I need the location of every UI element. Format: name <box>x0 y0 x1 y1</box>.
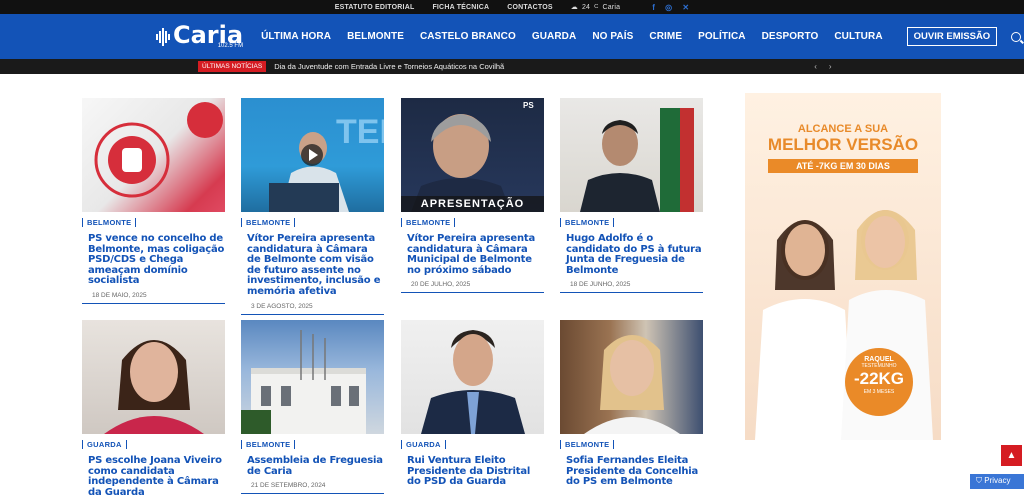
news-ticker: ÚLTIMAS NOTÍCIAS Dia da Juventude com En… <box>0 59 1024 74</box>
article-image[interactable] <box>82 98 225 212</box>
ad-badge-name: RAQUEL <box>864 356 894 363</box>
article-card[interactable]: PS APRESENTAÇÃO BELMONTE Vítor Pereira a… <box>401 98 544 294</box>
ad-testimonial-badge: RAQUEL TESTEMUNHO -22KG EM 3 MESES <box>845 348 913 416</box>
ad-headline-2: MELHOR VERSÃO <box>767 135 919 154</box>
link-contactos[interactable]: CONTACTOS <box>507 4 553 11</box>
search-icon[interactable] <box>1011 31 1022 42</box>
article-category[interactable]: BELMONTE <box>241 440 296 449</box>
article-category[interactable]: BELMONTE <box>560 440 615 449</box>
nav-crime[interactable]: CRIME <box>649 31 682 42</box>
privacy-button[interactable]: ⛉ Privacy <box>970 474 1024 489</box>
privacy-label: Privacy <box>984 476 1011 485</box>
nav-desporto[interactable]: DESPORTO <box>762 31 819 42</box>
nav-cultura[interactable]: CULTURA <box>834 31 882 42</box>
article-title[interactable]: Vítor Pereira apresenta candidatura à Câ… <box>401 233 544 276</box>
article-image[interactable]: PS APRESENTAÇÃO <box>401 98 544 212</box>
ad-offer: ATÉ -7KG EM 30 DIAS <box>768 159 918 173</box>
sound-wave-icon <box>156 27 170 46</box>
article-date: 18 DE JUNHO, 2025 <box>560 281 703 294</box>
article-card[interactable]: GUARDA Rui Ventura Eleito Presidente da … <box>401 320 544 488</box>
article-title[interactable]: Hugo Adolfo é o candidato do PS à futura… <box>560 233 703 276</box>
article-category[interactable]: BELMONTE <box>241 218 296 227</box>
article-image[interactable] <box>401 320 544 434</box>
article-title[interactable]: Sofia Fernandes Eleita Presidente da Con… <box>560 455 703 488</box>
cloud-icon: ☁ <box>570 4 578 11</box>
caria-logo[interactable]: Caria 102.5 FM <box>156 20 244 49</box>
ad-badge-kg: -22KG <box>853 369 905 388</box>
scroll-to-top-button[interactable]: ▲ <box>1001 445 1022 466</box>
top-bar: ESTATUTO EDITORIAL FICHA TÉCNICA CONTACT… <box>0 0 1024 14</box>
chevron-left-icon[interactable]: ‹ <box>814 62 817 71</box>
article-category[interactable]: BELMONTE <box>560 218 615 227</box>
article-category[interactable]: GUARDA <box>82 440 127 449</box>
article-category[interactable]: GUARDA <box>401 440 446 449</box>
ad-headline-1: ALCANCE A SUA <box>797 123 889 135</box>
nav-guarda[interactable]: GUARDA <box>532 31 577 42</box>
main-navbar: Caria 102.5 FM ÚLTIMA HORA BELMONTE CAST… <box>0 14 1024 59</box>
chevron-up-icon: ▲ <box>1006 450 1017 461</box>
article-category[interactable]: BELMONTE <box>401 218 456 227</box>
nav-castelo-branco[interactable]: CASTELO BRANCO <box>420 31 516 42</box>
nav-ultima-hora[interactable]: ÚLTIMA HORA <box>261 31 331 42</box>
shield-icon: ⛉ <box>976 476 982 485</box>
instagram-icon[interactable]: ◎ <box>665 3 672 12</box>
article-image[interactable] <box>82 320 225 434</box>
listen-live-button[interactable]: OUVIR EMISSÃO <box>906 27 998 46</box>
weather-unit: C <box>594 4 599 10</box>
article-title[interactable]: Rui Ventura Eleito Presidente da Distrit… <box>401 455 544 488</box>
article-title[interactable]: Vítor Pereira apresenta candidatura à Câ… <box>241 233 384 298</box>
ad-badge-months: EM 3 MESES <box>863 389 895 395</box>
link-ficha-tecnica[interactable]: FICHA TÉCNICA <box>432 4 489 11</box>
article-date: 21 DE SETEMBRO, 2024 <box>241 482 384 495</box>
svg-text:PS: PS <box>523 101 534 110</box>
advertisement-banner[interactable]: ALCANCE A SUA MELHOR VERSÃO ATÉ -7KG EM … <box>745 93 941 440</box>
article-image[interactable] <box>560 98 703 212</box>
chevron-right-icon[interactable]: › <box>829 62 832 71</box>
nav-no-pais[interactable]: NO PAÍS <box>592 31 633 42</box>
ticker-label: ÚLTIMAS NOTÍCIAS <box>198 61 267 72</box>
article-card[interactable]: BELMONTE Hugo Adolfo é o candidato do PS… <box>560 98 703 294</box>
nav-belmonte[interactable]: BELMONTE <box>347 31 404 42</box>
logo-name: Caria <box>173 20 244 49</box>
ticker-headline[interactable]: Dia da Juventude com Entrada Livre e Tor… <box>274 62 504 71</box>
facebook-icon[interactable]: f <box>652 3 655 12</box>
article-category[interactable]: BELMONTE <box>82 218 137 227</box>
article-image[interactable]: TERI <box>241 98 384 212</box>
article-image[interactable] <box>241 320 384 434</box>
article-date: 20 DE JULHO, 2025 <box>401 281 544 294</box>
article-image[interactable] <box>560 320 703 434</box>
article-title[interactable]: PS escolhe Joana Viveiro como candidata … <box>82 455 225 498</box>
image-overlay-label: APRESENTAÇÃO <box>401 196 544 212</box>
article-title[interactable]: PS vence no concelho de Belmonte, mas co… <box>82 233 225 287</box>
weather-temp: 24 <box>581 3 591 11</box>
weather-widget: ☁ 24 C Caria <box>570 3 621 12</box>
weather-city: Caria <box>602 3 621 11</box>
article-card[interactable]: BELMONTE Sofia Fernandes Eleita Presiden… <box>560 320 703 488</box>
article-date: 3 DE AGOSTO, 2025 <box>241 303 384 315</box>
svg-text:TERI: TERI <box>336 113 384 151</box>
article-card[interactable]: BELMONTE PS vence no concelho de Belmont… <box>82 98 225 304</box>
link-estatuto[interactable]: ESTATUTO EDITORIAL <box>335 4 415 11</box>
article-title[interactable]: Assembleia de Freguesia de Caria <box>241 455 384 477</box>
article-card[interactable]: TERI BELMONTE Vítor Pereira apresenta ca… <box>241 98 384 315</box>
article-card[interactable]: GUARDA PS escolhe Joana Viveiro como can… <box>82 320 225 498</box>
article-card[interactable]: BELMONTE Assembleia de Freguesia de Cari… <box>241 320 384 495</box>
x-twitter-icon[interactable]: ✕ <box>682 3 689 12</box>
nav-politica[interactable]: POLÍTICA <box>698 31 745 42</box>
ad-people-image <box>755 210 933 440</box>
article-date: 18 DE MAIO, 2025 <box>82 292 225 304</box>
